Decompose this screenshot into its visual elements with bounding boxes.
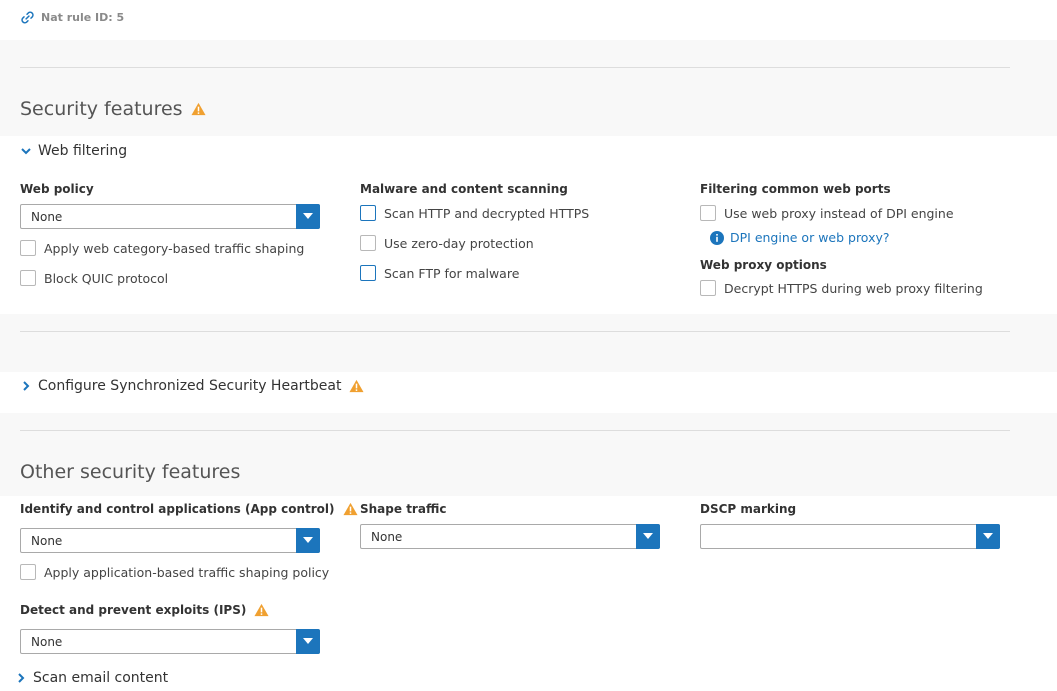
web-filtering-toggle[interactable]: Web filtering [20,143,127,159]
traffic-shaping-checkbox-row[interactable]: Apply web category-based traffic shaping [20,240,304,256]
toggle-label: Configure Synchronized Security Heartbea… [38,378,342,394]
checkbox[interactable] [700,280,716,296]
divider [20,331,1010,332]
shape-traffic-label: Shape traffic [360,502,447,516]
heartbeat-toggle[interactable]: Configure Synchronized Security Heartbea… [20,378,364,394]
link-icon [21,11,34,24]
warning-icon [342,502,358,516]
checkbox-label: Scan FTP for malware [384,265,520,281]
dropdown-button[interactable] [296,203,320,229]
ips-select[interactable]: None [20,628,320,654]
block-quic-checkbox-row[interactable]: Block QUIC protocol [20,270,168,286]
checkbox-label: Apply application-based traffic shaping … [44,564,330,580]
security-features-band [0,40,1057,136]
checkbox[interactable] [20,270,36,286]
warning-icon [191,102,206,116]
decrypt-https-checkbox-row[interactable]: Decrypt HTTPS during web proxy filtering [700,280,983,296]
dropdown-button[interactable] [636,523,660,549]
checkbox[interactable] [360,235,376,251]
checkbox-label: Decrypt HTTPS during web proxy filtering [724,280,983,296]
checkbox-label: Apply web category-based traffic shaping [44,240,305,256]
scan-email-toggle[interactable]: Scan email content [15,670,168,686]
malware-scanning-label: Malware and content scanning [360,182,568,196]
filtering-ports-label: Filtering common web ports [700,182,891,196]
web-proxy-checkbox-row[interactable]: Use web proxy instead of DPI engine [700,205,954,221]
checkbox-label: Use web proxy instead of DPI engine [724,205,954,221]
warning-icon [349,379,364,393]
caret-down-icon [643,533,653,539]
scan-http-checkbox-row[interactable]: Scan HTTP and decrypted HTTPS [360,205,589,221]
dscp-marking-label: DSCP marking [700,502,797,516]
caret-down-icon [303,537,313,543]
warning-icon [254,603,269,617]
dropdown-button[interactable] [976,523,1000,549]
web-proxy-options-label: Web proxy options [700,258,827,272]
caret-down-icon [303,638,313,644]
security-features-heading: Security features [20,98,206,120]
checkbox[interactable] [360,265,376,281]
dropdown-button[interactable] [296,628,320,654]
web-policy-label: Web policy [20,182,94,196]
other-security-heading: Other security features [20,461,240,483]
dpi-info-link[interactable]: DPI engine or web proxy? [730,230,890,245]
select-value: None [31,634,63,649]
select-value: None [31,533,63,548]
checkbox[interactable] [360,205,376,221]
chevron-right-icon [18,673,25,683]
zero-day-checkbox-row[interactable]: Use zero-day protection [360,235,534,251]
checkbox[interactable] [20,240,36,256]
scan-ftp-checkbox-row[interactable]: Scan FTP for malware [360,265,519,281]
divider [20,67,1010,68]
chevron-down-icon [21,148,31,155]
section-title: Security features [20,98,183,120]
checkbox-label: Use zero-day protection [384,235,534,251]
toggle-label: Web filtering [38,143,128,159]
separator-band [0,314,1057,372]
field-label-text: Detect and prevent exploits (IPS) [20,603,247,617]
app-control-select[interactable]: None [20,527,320,553]
field-label-text: Identify and control applications (App c… [20,502,335,516]
nat-rule-id: Nat rule ID: 5 [20,10,124,25]
info-icon [710,230,724,245]
dropdown-button[interactable] [296,527,320,553]
shape-traffic-select[interactable]: None [360,523,660,549]
checkbox[interactable] [20,564,36,580]
dscp-marking-select[interactable] [700,523,1000,549]
app-control-label: Identify and control applications (App c… [20,502,358,516]
select-value: None [371,529,403,544]
select-value: None [31,209,63,224]
checkbox-label: Scan HTTP and decrypted HTTPS [384,205,590,221]
dpi-info-row[interactable]: DPI engine or web proxy? [710,230,890,245]
ips-label: Detect and prevent exploits (IPS) [20,603,269,617]
toggle-label: Scan email content [33,670,169,686]
nat-rule-label: Nat rule ID: 5 [41,11,125,24]
caret-down-icon [303,213,313,219]
divider [20,430,1010,431]
other-security-band [0,413,1057,496]
checkbox[interactable] [700,205,716,221]
caret-down-icon [983,533,993,539]
checkbox-label: Block QUIC protocol [44,270,169,286]
app-shaping-checkbox-row[interactable]: Apply application-based traffic shaping … [20,564,329,580]
section-title: Other security features [20,461,241,483]
chevron-right-icon [23,381,30,391]
web-policy-select[interactable]: None [20,203,320,229]
